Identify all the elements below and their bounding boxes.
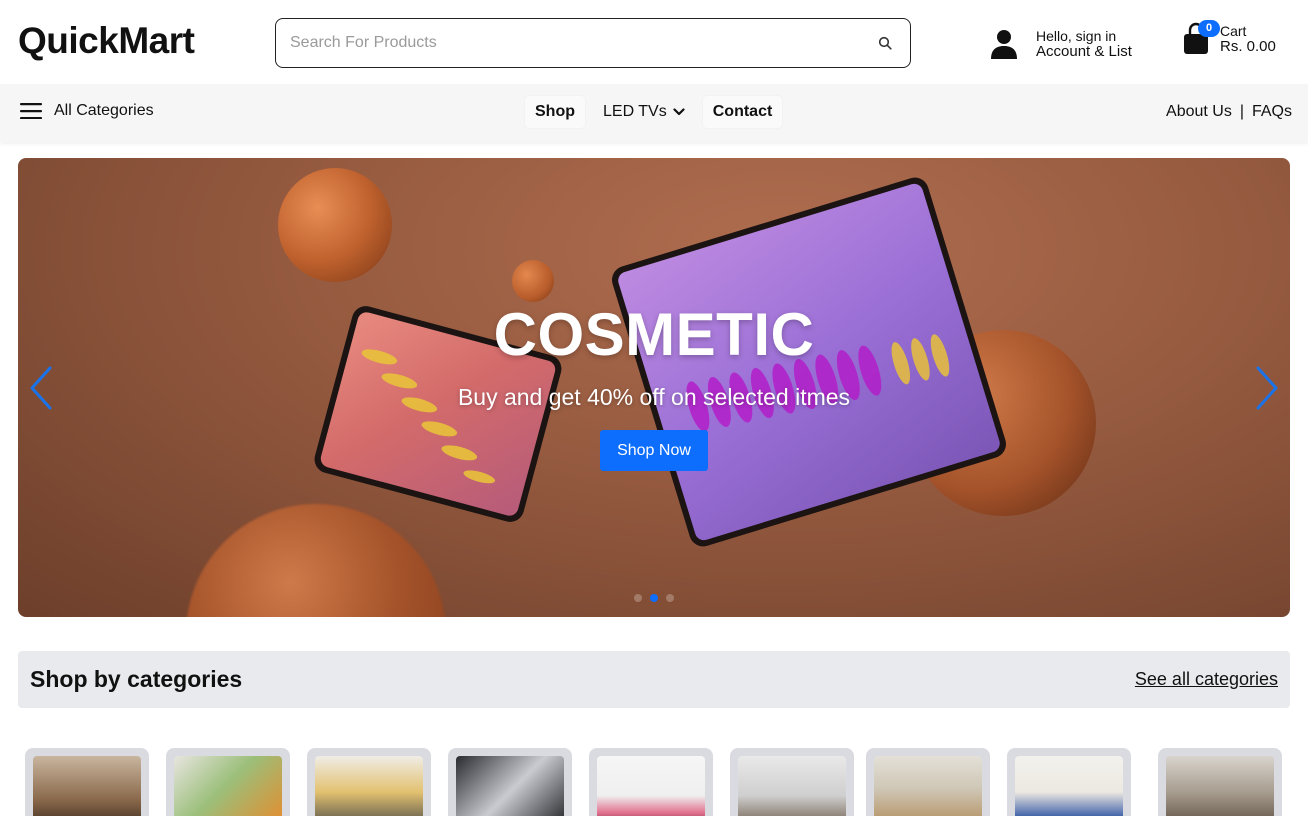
nav-link-shop[interactable]: Shop [525,96,585,128]
categories-title: Shop by categories [30,666,243,692]
nav-link-led-tvs[interactable]: LED TVs [593,96,695,128]
category-tiles [25,748,1285,816]
carousel-dot[interactable] [634,594,642,602]
category-tile[interactable] [448,748,572,816]
cart-label: Cart [1220,23,1247,39]
category-tile[interactable] [866,748,990,816]
categories-header: Shop by categories See all categories [18,651,1290,708]
account-greeting: Hello, sign in [1036,28,1117,44]
category-image [1015,756,1123,816]
carousel-next-arrow-icon[interactable] [1252,364,1282,412]
account-text: Hello, sign in Account & List [1036,28,1132,60]
cart-text: Cart Rs. 0.00 [1220,23,1276,55]
hero-title: COSMETIC [493,301,815,368]
hero-carousel: COSMETIC Buy and get 40% off on selected… [18,158,1290,617]
see-all-categories-link[interactable]: See all categories [1135,669,1278,690]
decor-sphere [512,260,554,302]
cart-button[interactable]: 0 Cart Rs. 0.00 [1182,20,1276,56]
cart-total: Rs. 0.00 [1220,38,1276,55]
category-tile[interactable] [25,748,149,816]
decor-sphere [278,168,392,282]
account-menu[interactable]: Hello, sign in Account & List [990,24,1132,64]
category-tile[interactable] [730,748,854,816]
category-image [597,756,705,816]
hero-subtitle: Buy and get 40% off on selected itmes [457,384,851,410]
user-icon [991,30,1017,59]
category-tile[interactable] [166,748,290,816]
hamburger-menu-icon [20,103,42,119]
faqs-link[interactable]: FAQs [1252,103,1292,121]
shop-now-button[interactable]: Shop Now [600,430,708,471]
search-input[interactable] [290,29,850,57]
category-image [738,756,846,816]
nav-link-contact[interactable]: Contact [702,96,783,128]
cart-count-badge: 0 [1198,20,1220,37]
category-tile[interactable] [307,748,431,816]
carousel-dot[interactable] [666,594,674,602]
category-image [315,756,423,816]
category-tile[interactable] [1158,748,1282,816]
nav-link-label: Contact [712,103,773,120]
decor-sphere [186,504,446,617]
all-categories-button[interactable]: All Categories [20,102,154,120]
nav-link-label: LED TVs [603,103,667,120]
shopping-bag-icon: 0 [1182,20,1220,56]
category-image [456,756,564,816]
chevron-down-icon [673,108,685,116]
nav-link-label: Shop [535,103,575,120]
header: QuickMart Hello, sign in Account & List … [0,0,1308,84]
carousel-indicators [634,594,674,602]
category-tile[interactable] [589,748,713,816]
category-tile[interactable] [1007,748,1131,816]
category-image [874,756,982,816]
carousel-dot-active[interactable] [650,594,658,602]
category-image [33,756,141,816]
account-label: Account & List [1036,43,1132,60]
category-image [174,756,282,816]
all-categories-label: All Categories [54,102,154,119]
search-box [275,18,911,68]
navbar: All Categories Shop LED TVs Contact Abou… [0,84,1308,142]
secondary-nav: About Us | FAQs [1166,103,1292,121]
search-icon[interactable] [878,36,892,50]
carousel-prev-arrow-icon[interactable] [26,364,56,412]
nav-separator: | [1239,103,1244,120]
about-us-link[interactable]: About Us [1166,103,1232,121]
category-image [1166,756,1274,816]
logo[interactable]: QuickMart [18,20,195,62]
main-nav: Shop LED TVs Contact [525,96,783,128]
